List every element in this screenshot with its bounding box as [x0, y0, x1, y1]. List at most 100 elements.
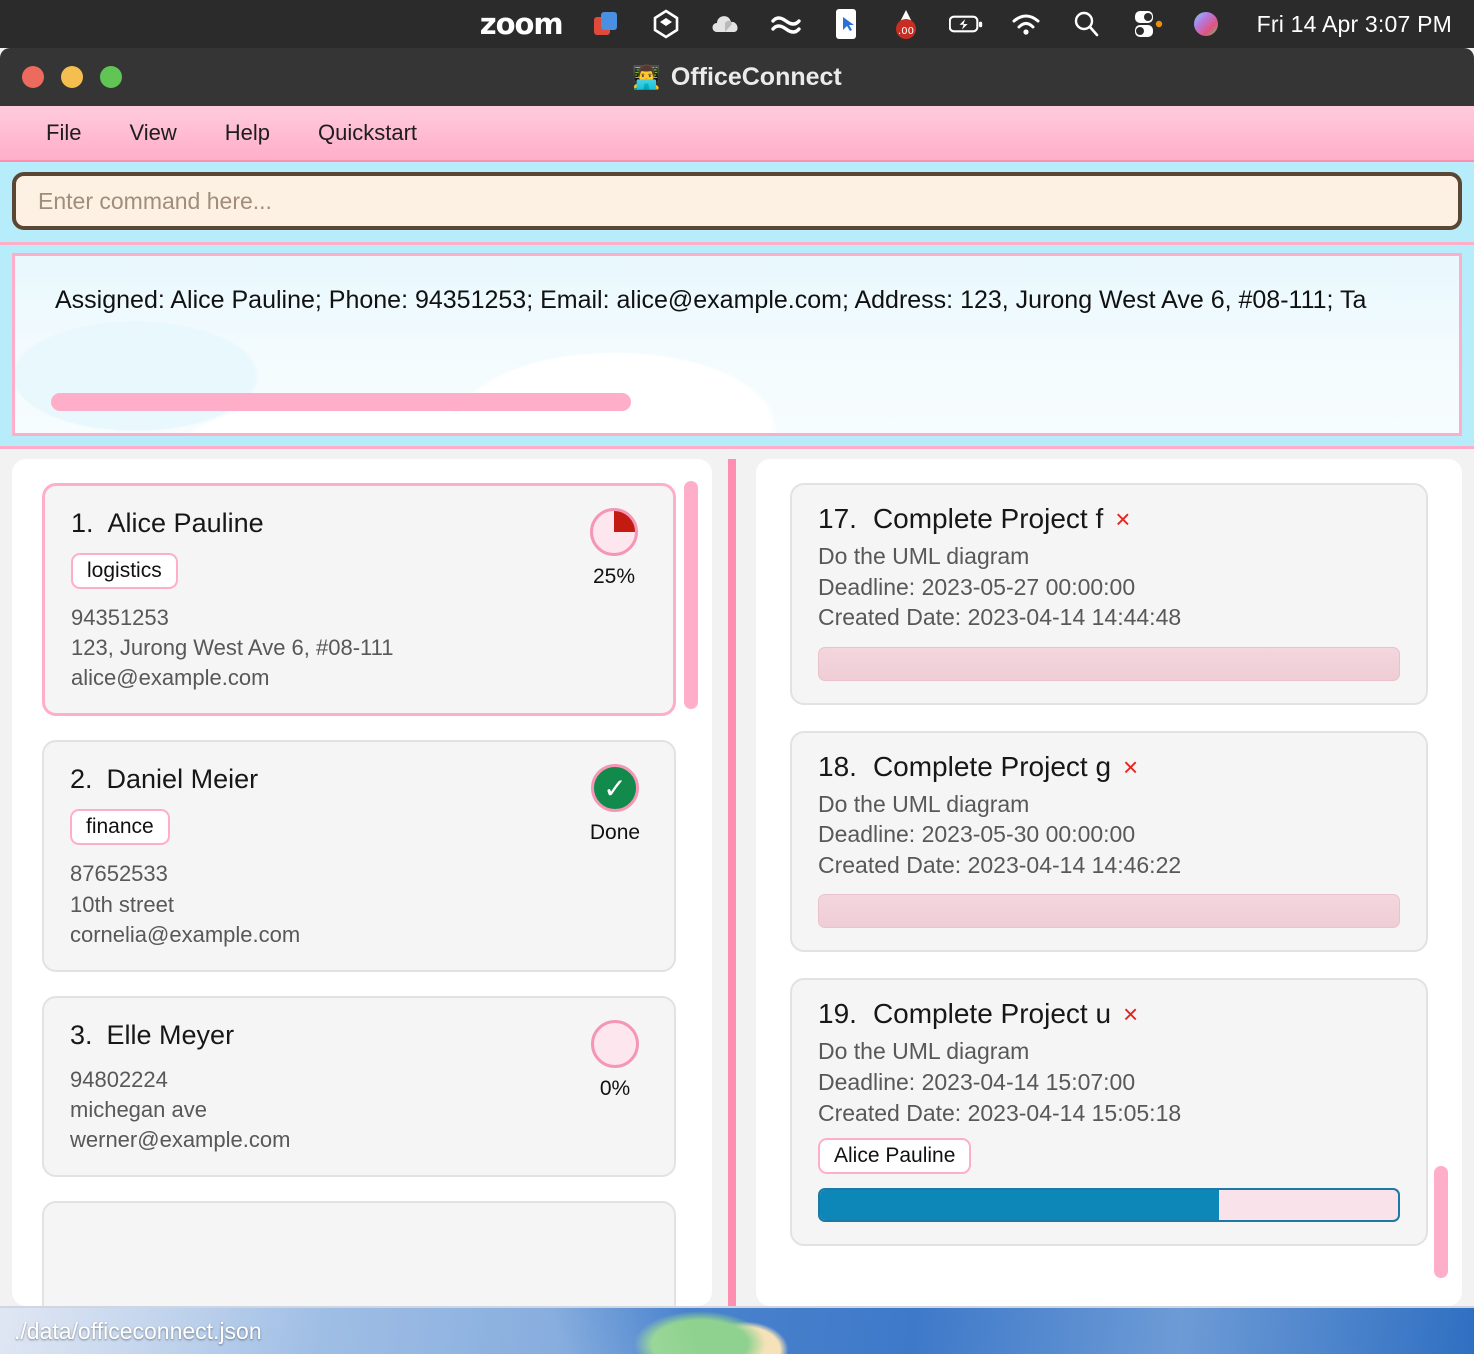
menu-item-file[interactable]: File [26, 114, 101, 152]
siri-icon[interactable] [1189, 7, 1223, 41]
cursor-icon[interactable] [829, 7, 863, 41]
person-name: Daniel Meier [106, 764, 259, 795]
result-band: Assigned: Alice Pauline; Phone: 94351253… [0, 245, 1474, 449]
progress-pie-icon [590, 508, 638, 556]
delete-task-icon[interactable]: × [1115, 504, 1130, 534]
progress-pie-icon [591, 1019, 639, 1068]
task-progress-bar [818, 646, 1400, 681]
task-deadline: Deadline: 2023-05-27 00:00:00 [818, 573, 1136, 600]
task-title-row: 18. Complete Project g × [818, 751, 1400, 783]
task-deadline: Deadline: 2023-04-14 15:07:00 [818, 1069, 1136, 1096]
person-status-label: 25% [592, 565, 636, 588]
task-list-panel: 17. Complete Project f × Do the UML diagra… [756, 459, 1462, 1306]
task-assignee-row: Alice Pauline [818, 1138, 1400, 1175]
person-card[interactable]: 1. Alice Pauline logistics 94351253 123, … [42, 483, 676, 717]
person-status: 0% [582, 1019, 648, 1101]
task-card[interactable]: 18. Complete Project g × Do the UML diagra… [790, 730, 1428, 953]
zoom-app-icon[interactable]: zoom [480, 7, 564, 41]
title-bar: 👨‍💻 OfficeConnect [0, 48, 1474, 106]
task-assignee-tag[interactable]: Alice Pauline [818, 1138, 972, 1175]
person-name: Alice Pauline [107, 508, 264, 538]
search-icon[interactable] [1069, 7, 1103, 41]
person-card[interactable]: 2. Daniel Meier finance 87652533 10th str… [42, 740, 676, 972]
task-progress-bar [818, 1188, 1400, 1223]
person-email: werner@example.com [70, 1127, 291, 1152]
person-email: alice@example.com [71, 665, 270, 691]
person-tags: logistics [71, 553, 647, 589]
window-title-text: OfficeConnect [670, 62, 842, 91]
person-card[interactable]: 3. Elle Meyer 94802224 michegan ave werne… [42, 995, 676, 1178]
task-list-scroll-thumb[interactable] [1434, 1166, 1448, 1278]
person-status-label: 0% [599, 1076, 631, 1100]
person-at-computer-icon: 👨‍💻 [632, 63, 661, 90]
wave-icon[interactable] [769, 7, 803, 41]
app-window: 👨‍💻 OfficeConnect File View Help Quickst… [0, 48, 1474, 1354]
task-title-row: 17. Complete Project f × [818, 503, 1400, 535]
task-index: 17. [818, 503, 857, 534]
task-title: Complete Project u [872, 998, 1112, 1030]
task-created: Created Date: 2023-04-14 14:46:22 [818, 851, 1182, 878]
system-clock: Fri 14 Apr 3:07 PM [1256, 10, 1452, 37]
person-list-panel: 1. Alice Pauline logistics 94351253 123, … [12, 459, 712, 1306]
delete-task-icon[interactable]: × [1123, 752, 1138, 782]
task-card[interactable]: 19. Complete Project u × Do the UML diagra… [790, 978, 1428, 1247]
task-title-row: 19. Complete Project u × [818, 998, 1400, 1030]
task-index: 19. [818, 998, 857, 1030]
result-hscroll-thumb[interactable] [51, 393, 631, 411]
person-phone: 94802224 [70, 1066, 168, 1092]
wifi-icon[interactable] [1009, 7, 1043, 41]
person-list: 1. Alice Pauline logistics 94351253 123, … [12, 459, 712, 1306]
status-file-path: ./data/officeconnect.json [14, 1317, 262, 1344]
person-email: cornelia@example.com [70, 921, 301, 947]
cloud-icon[interactable] [709, 7, 743, 41]
decibel-meter-icon[interactable]: .00 [889, 7, 923, 41]
person-tag[interactable]: logistics [71, 553, 178, 589]
result-text: Assigned: Alice Pauline; Phone: 94351253… [55, 286, 1367, 314]
person-name-row: 1. Alice Pauline [71, 508, 647, 539]
person-address: michegan ave [70, 1096, 207, 1122]
person-index: 3. [70, 1019, 93, 1050]
status-bar: ./data/officeconnect.json [0, 1306, 1474, 1354]
person-name: Elle Meyer [106, 1019, 235, 1050]
person-status: 25% [581, 508, 647, 589]
person-index: 1. [71, 508, 94, 538]
menu-item-view[interactable]: View [109, 114, 196, 152]
svg-text:.00: .00 [898, 26, 914, 37]
main-content: 1. Alice Pauline logistics 94351253 123, … [0, 449, 1474, 1306]
command-input[interactable]: Enter command here... [12, 172, 1462, 230]
panel-divider[interactable] [728, 459, 736, 1306]
menu-item-quickstart[interactable]: Quickstart [298, 114, 437, 152]
task-progress-bar [818, 894, 1400, 929]
person-name-row: 2. Daniel Meier [70, 764, 648, 795]
person-tags: finance [70, 809, 648, 846]
person-status-label: Done [589, 821, 641, 845]
task-progress-fill [820, 1190, 1219, 1221]
done-check-icon: ✓ [591, 764, 639, 813]
task-list: 17. Complete Project f × Do the UML diagra… [756, 459, 1462, 1247]
person-list-scroll-thumb[interactable] [684, 481, 698, 709]
menu-item-help[interactable]: Help [205, 114, 290, 152]
battery-icon[interactable] [948, 7, 983, 41]
task-index: 18. [818, 750, 857, 782]
task-card[interactable]: 17. Complete Project f × Do the UML diagra… [790, 483, 1428, 705]
control-center-icon[interactable] [1129, 7, 1163, 41]
menu-bar: File View Help Quickstart [0, 106, 1474, 162]
task-description: Do the UML diagram [818, 790, 1030, 817]
task-deadline: Deadline: 2023-05-30 00:00:00 [818, 821, 1136, 848]
person-tag[interactable]: finance [70, 809, 170, 846]
result-display: Assigned: Alice Pauline; Phone: 94351253… [12, 253, 1462, 436]
screenshot-icon[interactable] [589, 7, 623, 41]
task-title: Complete Project g [872, 750, 1112, 782]
person-phone: 94351253 [71, 605, 169, 630]
person-card[interactable] [42, 1201, 676, 1306]
result-hscrollbar[interactable] [15, 393, 1459, 411]
person-phone: 87652533 [70, 861, 168, 887]
task-title: Complete Project f [872, 503, 1104, 534]
command-band: Enter command here... [0, 162, 1474, 245]
person-status: ✓ Done [582, 764, 648, 845]
task-created: Created Date: 2023-04-14 15:05:18 [818, 1099, 1182, 1126]
person-name-row: 3. Elle Meyer [70, 1020, 648, 1051]
delete-task-icon[interactable]: × [1123, 999, 1138, 1029]
task-description: Do the UML diagram [818, 543, 1030, 569]
unity-icon[interactable] [649, 7, 683, 41]
